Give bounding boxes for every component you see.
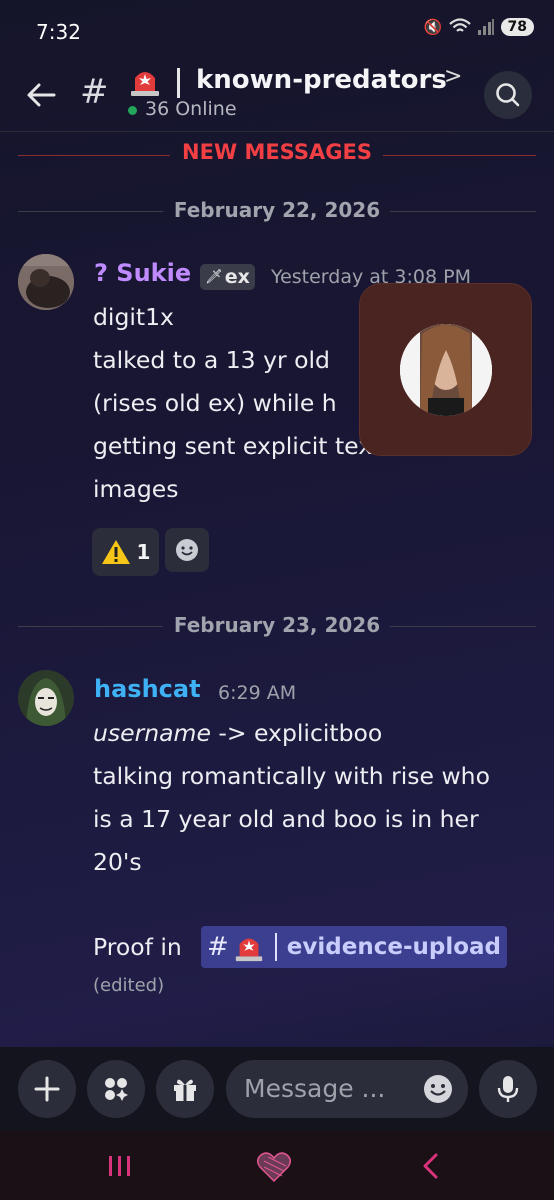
message-timestamp: 6:29 AM xyxy=(218,682,297,704)
apps-button[interactable] xyxy=(87,1060,145,1118)
message-line: 20's xyxy=(93,848,142,876)
gift-button[interactable] xyxy=(156,1060,214,1118)
message-body: username -> explicitboo talking romantic… xyxy=(93,712,543,884)
plus-icon xyxy=(34,1076,60,1102)
video-pip[interactable] xyxy=(359,283,532,456)
avatar[interactable] xyxy=(18,670,74,726)
italic-text: username xyxy=(93,719,211,747)
voice-button[interactable] xyxy=(479,1060,537,1118)
date-divider: February 22, 2026 xyxy=(173,198,381,222)
add-reaction-button[interactable] xyxy=(165,528,209,572)
status-bar: 7:32 🔇 78 xyxy=(0,0,554,62)
battery-indicator: 78 xyxy=(500,18,534,36)
mute-icon: 🔇 xyxy=(423,18,443,36)
channel-header: # known-predators > 36 Online xyxy=(0,62,554,132)
back-arrow-icon[interactable] xyxy=(24,78,58,112)
edited-label: (edited) xyxy=(93,975,165,996)
message-composer: Message ... xyxy=(0,1047,554,1131)
avatar[interactable] xyxy=(18,254,74,310)
status-time: 7:32 xyxy=(36,20,81,44)
pip-avatar xyxy=(400,324,492,416)
channel-hash: # xyxy=(80,72,109,112)
sword-icon: 🗡 xyxy=(205,269,223,285)
gift-icon xyxy=(174,1079,196,1101)
mention-channel: evidence-upload xyxy=(286,934,501,960)
online-dot xyxy=(128,106,137,115)
apps-icon xyxy=(105,1078,128,1101)
message-line: is a 17 year old and boo is in her xyxy=(93,805,479,833)
date-divider: February 23, 2026 xyxy=(173,613,381,637)
emoji-icon[interactable] xyxy=(422,1073,454,1105)
message-line: images xyxy=(93,475,179,503)
online-count: 36 Online xyxy=(145,98,237,120)
channel-divider xyxy=(177,68,180,98)
status-icons: 🔇 78 xyxy=(424,18,534,36)
message-author[interactable]: ? Sukie xyxy=(94,259,191,287)
pip-avatar-image xyxy=(400,324,492,416)
message-text: -> explicitboo xyxy=(210,719,383,747)
user-tag-label: ex xyxy=(224,266,250,288)
avatar-image xyxy=(18,670,74,726)
signal-icon xyxy=(477,19,494,35)
wifi-icon xyxy=(448,18,471,32)
reaction-warning[interactable]: 1 xyxy=(92,528,159,576)
nav-recents-icon[interactable] xyxy=(107,1155,133,1177)
new-messages-divider: NEW MESSAGES xyxy=(182,140,372,164)
mention-divider xyxy=(274,933,277,961)
warning-icon xyxy=(101,540,130,564)
system-nav-bar xyxy=(0,1131,554,1200)
proof-text: Proof in xyxy=(93,933,182,961)
search-icon xyxy=(496,83,520,107)
search-button[interactable] xyxy=(484,71,532,119)
channel-mention[interactable]: # evidence-upload xyxy=(201,926,507,968)
emoji-icon xyxy=(176,539,198,561)
nav-home-icon[interactable] xyxy=(256,1151,292,1183)
message-placeholder: Message ... xyxy=(244,1074,386,1103)
microphone-icon xyxy=(497,1076,519,1102)
message-line: talking romantically with rise who xyxy=(93,762,490,790)
chevron-right-icon[interactable]: > xyxy=(444,64,462,89)
mention-hash: # xyxy=(207,932,229,962)
channel-title[interactable]: known-predators xyxy=(196,65,447,95)
avatar-image xyxy=(18,254,74,310)
header-divider xyxy=(0,131,554,132)
siren-icon xyxy=(235,938,262,962)
user-tag: 🗡 ex xyxy=(200,264,255,290)
siren-icon xyxy=(131,72,159,96)
attach-button[interactable] xyxy=(18,1060,76,1118)
nav-back-icon[interactable] xyxy=(420,1153,440,1179)
message-line: username -> explicitboo xyxy=(93,712,543,755)
reaction-count: 1 xyxy=(136,540,151,564)
message-input[interactable]: Message ... xyxy=(226,1060,468,1118)
message-author[interactable]: hashcat xyxy=(94,675,201,703)
